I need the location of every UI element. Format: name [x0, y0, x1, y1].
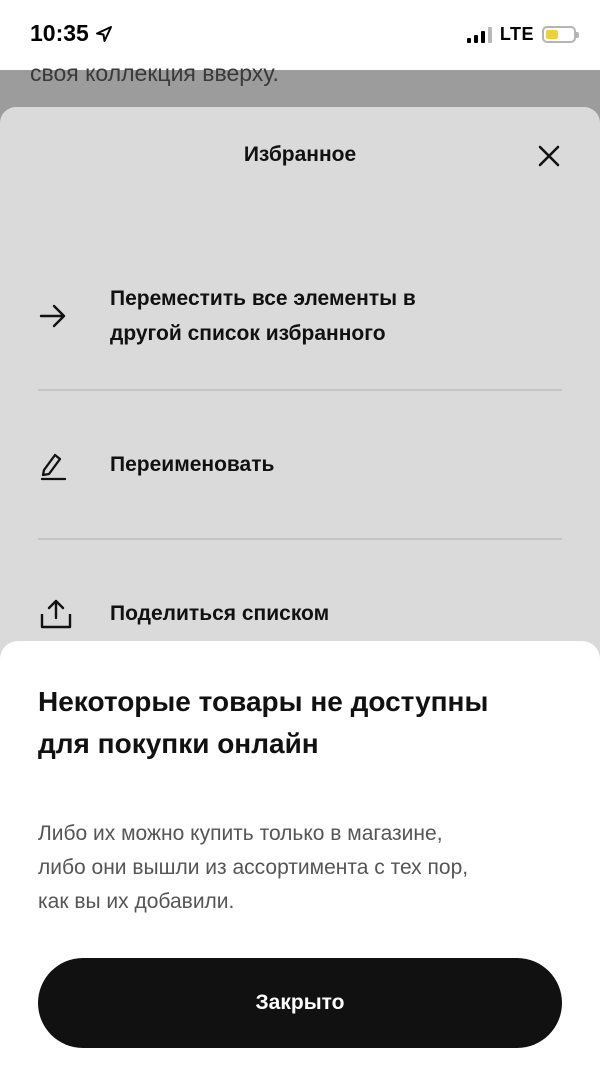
- share-list-option[interactable]: Поделиться списком: [38, 596, 562, 631]
- move-all-items-option[interactable]: Переместить все элементы в другой список…: [38, 281, 562, 351]
- modal-heading-line-1: Некоторые товары не доступны: [38, 686, 489, 717]
- signal-strength-icon: [466, 26, 492, 43]
- battery-icon: [542, 26, 579, 43]
- location-arrow-icon: [95, 25, 112, 42]
- close-button[interactable]: Закрыто: [38, 958, 562, 1048]
- share-icon: [40, 599, 72, 628]
- modal-heading-line-2: для покупки онлайн: [38, 728, 319, 759]
- close-icon: [538, 145, 560, 167]
- status-time: 10:35: [30, 20, 113, 47]
- close-sheet-button[interactable]: [536, 143, 562, 169]
- move-all-items-label: Переместить все элементы в другой список…: [110, 281, 416, 351]
- pencil-icon: [40, 453, 67, 480]
- menu-icon-wrap: [38, 449, 110, 481]
- modal-heading: Некоторые товары не доступны для покупки…: [38, 681, 558, 765]
- rename-option[interactable]: Переименовать: [38, 447, 562, 482]
- rename-label: Переименовать: [110, 453, 275, 476]
- network-type: LTE: [499, 24, 534, 44]
- arrow-right-icon: [39, 304, 66, 328]
- clock-text: 10:35: [30, 20, 89, 46]
- divider: [38, 538, 562, 540]
- battery-level: [546, 30, 558, 39]
- unavailable-items-modal: Некоторые товары не доступны для покупки…: [0, 641, 600, 1065]
- modal-body-line-1: Либо их можно купить только в магазине,: [38, 822, 443, 845]
- modal-body-line-3: как вы их добавили.: [38, 890, 235, 913]
- move-all-items-label-line-1: Переместить все элементы в: [110, 287, 416, 310]
- move-all-items-label-line-2: другой список избранного: [110, 322, 386, 345]
- modal-body-line-2: либо они вышли из ассортимента с тех пор…: [38, 856, 469, 879]
- divider: [38, 389, 562, 391]
- share-list-label: Поделиться списком: [110, 602, 330, 625]
- menu-icon-wrap: [38, 303, 110, 329]
- menu-icon-wrap: [38, 598, 110, 630]
- background-text: своя коллекция вверху.: [30, 60, 279, 86]
- sheet-title: Избранное: [243, 143, 357, 166]
- status-indicators: LTE: [466, 24, 579, 45]
- modal-body: Либо их можно купить только в магазине, …: [38, 817, 558, 919]
